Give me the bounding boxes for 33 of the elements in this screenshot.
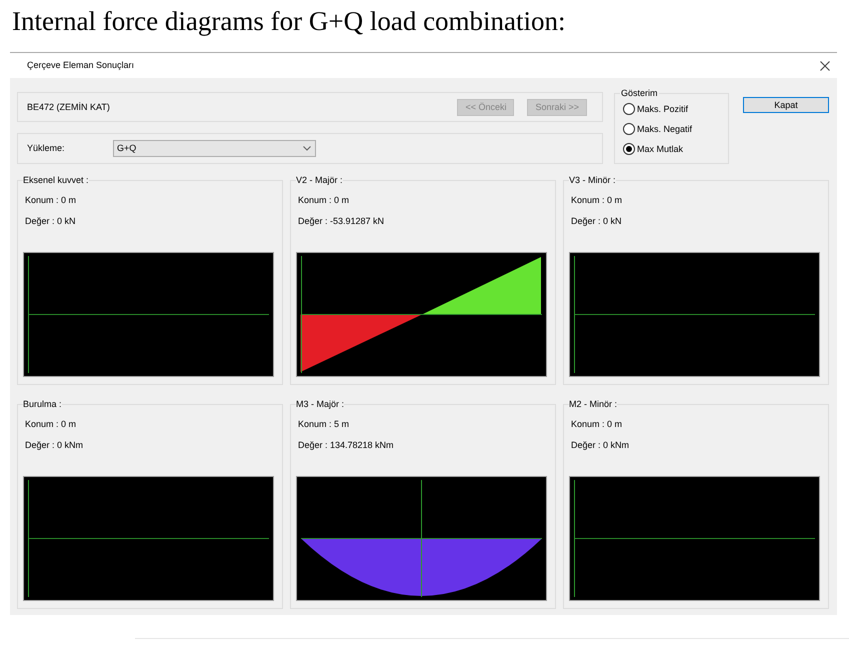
panel-title: Eksenel kuvvet : <box>23 174 89 186</box>
group-title: Gösterim <box>620 87 659 99</box>
position-text: Konum : 0 m <box>25 418 76 430</box>
element-name: BE472 (ZEMİN KAT) <box>27 102 110 112</box>
value-text: Değer : 0 kN <box>571 215 622 227</box>
radio-label: Maks. Pozitif <box>637 104 688 114</box>
position-text: Konum : 0 m <box>571 194 622 206</box>
value-text: Değer : 134.78218 kNm <box>298 439 394 451</box>
panel-title: M3 - Majör : <box>296 398 344 410</box>
loading-label: Yükleme: <box>27 143 66 154</box>
radio-label: Max Mutlak <box>637 144 684 154</box>
window-title: Çerçeve Eleman Sonuçları <box>27 60 134 71</box>
radio-button[interactable] <box>623 143 635 155</box>
position-text: Konum : 5 m <box>298 418 350 430</box>
value-text: Değer : 0 kN <box>25 215 76 227</box>
panel-title: V2 - Majör : <box>296 174 343 186</box>
value-text: Değer : 0 kNm <box>571 439 630 451</box>
value-text: Değer : -53.91287 kN <box>298 215 384 227</box>
loading-select[interactable]: G+Q <box>113 140 316 157</box>
position-text: Konum : 0 m <box>298 194 350 206</box>
radio-button[interactable] <box>623 103 635 115</box>
page-heading: Internal force diagrams for G+Q load combination: <box>12 6 566 37</box>
panel-title: M2 - Minör : <box>569 398 618 410</box>
value-text: Değer : 0 kNm <box>25 439 84 451</box>
panel-title: V3 - Minör : <box>569 174 616 186</box>
position-text: Konum : 0 m <box>25 194 76 206</box>
close-icon[interactable] <box>820 60 830 70</box>
position-text: Konum : 0 m <box>571 418 622 430</box>
panel-title: Burulma : <box>23 398 62 410</box>
close-button[interactable]: Kapat <box>743 97 829 113</box>
radio-button[interactable] <box>623 123 635 135</box>
chevron-down-icon <box>303 146 311 151</box>
radio-label: Maks. Negatif <box>637 124 692 134</box>
